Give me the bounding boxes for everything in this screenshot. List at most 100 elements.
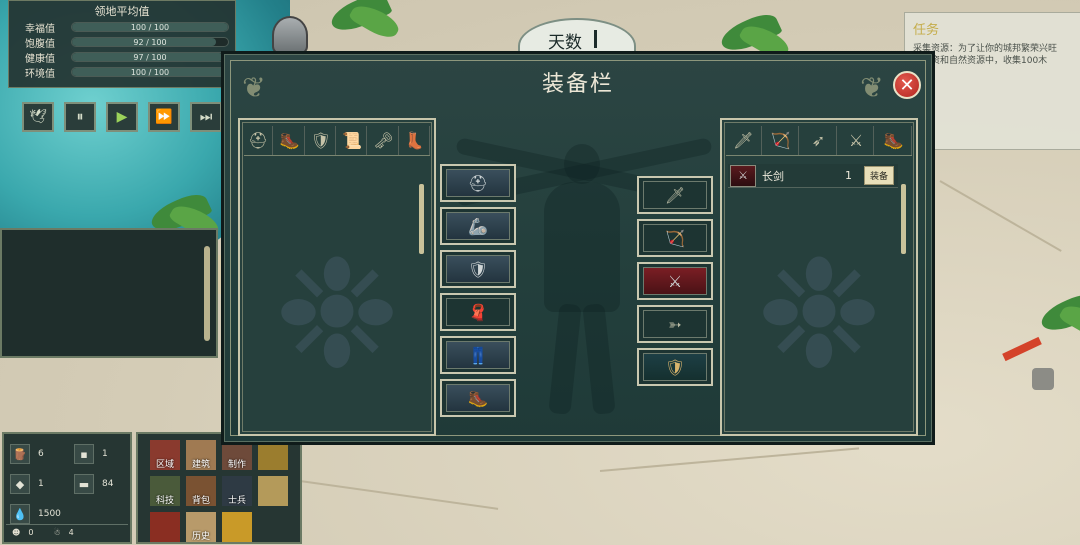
pause-button[interactable]: ⏸ xyxy=(64,102,96,132)
tab-shoulder[interactable]: 🥾 xyxy=(275,126,305,155)
weapon-list-item[interactable]: ⚔ 长剑 1 装备 xyxy=(728,164,898,188)
inventory-item-water[interactable]: 💧 1500 xyxy=(10,504,61,524)
body-armor-icon: 🛡 xyxy=(446,255,510,283)
tab-bow[interactable]: 🏹 xyxy=(764,126,800,155)
tab-spear[interactable]: ➶ xyxy=(801,126,837,155)
spear-icon: ➶ xyxy=(811,131,826,150)
modal-title: 装备栏 xyxy=(541,72,614,97)
build-item-label: 背包 xyxy=(191,496,210,506)
leg-armor-icon: 👖 xyxy=(446,341,510,369)
dagger-slot[interactable]: 🗡 xyxy=(637,176,713,214)
boots-icon: 👢 xyxy=(404,131,425,150)
boots-icon: 🥾 xyxy=(446,384,510,412)
build-item-label: 士兵 xyxy=(227,496,246,506)
build-item-zone[interactable]: 区域 xyxy=(150,440,180,470)
build-item-history[interactable]: 历史 xyxy=(186,512,216,542)
ground-crack xyxy=(299,480,499,510)
tab-body[interactable]: 🛡 xyxy=(307,126,336,155)
scrollbar[interactable] xyxy=(204,246,210,341)
armor-list-panel: ⛑ 🥾 🛡 📜 🗝 👢 ❉ xyxy=(238,118,436,436)
shield-icon: 🥾 xyxy=(883,131,904,150)
stat-label: 健康值 xyxy=(25,53,55,65)
arm-armor-icon: 🦾 xyxy=(446,212,510,240)
tab-shield[interactable]: 🥾 xyxy=(876,126,912,155)
inventory-item-ore[interactable]: ◆ 1 xyxy=(10,474,44,494)
day-label: 天数 xyxy=(548,33,582,53)
build-item-chest[interactable] xyxy=(150,512,180,542)
build-item-soldier[interactable]: 士兵 xyxy=(222,476,252,506)
stat-bar: 92 / 100 xyxy=(71,37,229,47)
shield-slot[interactable]: 🛡 xyxy=(637,348,713,386)
stat-value: 92 / 100 xyxy=(133,38,167,47)
tab-accessory[interactable]: 🗝 xyxy=(369,126,399,155)
stone-icon: ▪ xyxy=(74,444,94,464)
task-text: 采集资源：为了让你的城邦繁荣兴旺 给物资和自然资源中，收集100木 石头 xyxy=(913,44,1058,78)
red-object[interactable] xyxy=(1002,336,1042,362)
item-count: 1500 xyxy=(38,509,61,519)
inventory-item-brick[interactable]: ▬ 84 xyxy=(74,474,113,494)
task-title: 任务 xyxy=(913,23,940,38)
helmet-icon[interactable] xyxy=(272,16,308,54)
tab-dagger[interactable]: 🗡 xyxy=(726,126,762,155)
fast-forward-button[interactable]: ⏩ xyxy=(148,102,180,132)
build-item-tech[interactable]: 科技 xyxy=(150,476,180,506)
figure-silhouette-leg xyxy=(582,303,616,415)
territory-stats-panel: 领地平均值 幸福值 100 / 100 饱腹值 92 / 100 健康值 97 … xyxy=(8,0,236,88)
item-count: 1 xyxy=(102,449,108,459)
dagger-icon: 🗡 xyxy=(733,131,754,150)
speed-dove-button[interactable]: 🕊 xyxy=(22,102,54,132)
play-button[interactable]: ▶ xyxy=(106,102,138,132)
item-name: 长剑 xyxy=(762,169,784,183)
cloak-slot[interactable]: 🧣 xyxy=(440,293,516,331)
stat-row-health: 健康值 97 / 100 xyxy=(25,50,229,65)
tab-cloak[interactable]: 📜 xyxy=(338,126,368,155)
villager-count: 0 xyxy=(28,528,34,537)
build-item-backpack[interactable]: 背包 xyxy=(186,476,216,506)
longsword-icon: ⚔ xyxy=(730,164,756,187)
inventory-item-stone[interactable]: ▪ 1 xyxy=(74,444,108,464)
inventory-item-wood[interactable]: 🪵 6 xyxy=(10,444,44,464)
tab-helmet[interactable]: ⛑ xyxy=(244,126,274,155)
bow-slot[interactable]: 🏹 xyxy=(637,219,713,257)
snowman-icon: ☃ xyxy=(53,528,61,537)
stat-row-happiness: 幸福值 100 / 100 xyxy=(25,20,229,35)
build-item-label: 建筑 xyxy=(191,460,210,470)
boots-slot[interactable]: 🥾 xyxy=(440,379,516,417)
helmet-icon: ⛑ xyxy=(248,131,269,150)
stone-object[interactable] xyxy=(1032,368,1054,390)
item-count: 6 xyxy=(38,449,44,459)
fastest-button[interactable]: ⏭ xyxy=(190,102,222,132)
leg-armor-slot[interactable]: 👖 xyxy=(440,336,516,374)
equip-button[interactable]: 装备 xyxy=(863,166,894,185)
helmet-slot[interactable]: ⛑ xyxy=(440,164,516,202)
armor-list-scrollbar[interactable] xyxy=(419,184,424,254)
stat-bar: 100 / 100 xyxy=(71,22,229,32)
build-item-trade[interactable] xyxy=(258,476,288,506)
fast-forward-icon: ⏩ xyxy=(155,109,173,125)
brick-icon: ▬ xyxy=(74,474,94,494)
left-info-panel xyxy=(0,228,218,358)
cloak-icon: 🧣 xyxy=(446,298,510,326)
build-item-treasure[interactable] xyxy=(222,512,252,542)
build-item-label: 制作 xyxy=(227,460,246,470)
snowman-count: 4 xyxy=(68,528,74,537)
body-armor-icon: 🛡 xyxy=(310,131,331,150)
cloak-icon: 📜 xyxy=(342,131,363,150)
dove-icon: 🕊 xyxy=(29,109,47,125)
build-item-more[interactable] xyxy=(258,512,288,542)
weapon-category-tabs: 🗡 🏹 ➶ ⚔ 🥾 xyxy=(726,126,912,156)
build-item-building[interactable]: 建筑 xyxy=(186,440,216,470)
tab-crossbow[interactable]: ⚔ xyxy=(839,126,875,155)
sword-slot[interactable]: ⚔ xyxy=(637,262,713,300)
weapon-list-scrollbar[interactable] xyxy=(901,184,906,254)
tab-boots[interactable]: 👢 xyxy=(401,126,430,155)
stat-bar: 97 / 100 xyxy=(71,52,229,62)
stats-title: 领地平均值 xyxy=(94,5,150,18)
crossbow-icon: ⚔ xyxy=(848,131,864,150)
arm-armor-slot[interactable]: 🦾 xyxy=(440,207,516,245)
crossbow-slot[interactable]: ➳ xyxy=(637,305,713,343)
body-armor-slot[interactable]: 🛡 xyxy=(440,250,516,288)
shoulder-icon: 🥾 xyxy=(279,131,300,150)
close-button[interactable]: ✕ xyxy=(893,71,921,99)
accessory-icon: 🗝 xyxy=(373,131,394,150)
